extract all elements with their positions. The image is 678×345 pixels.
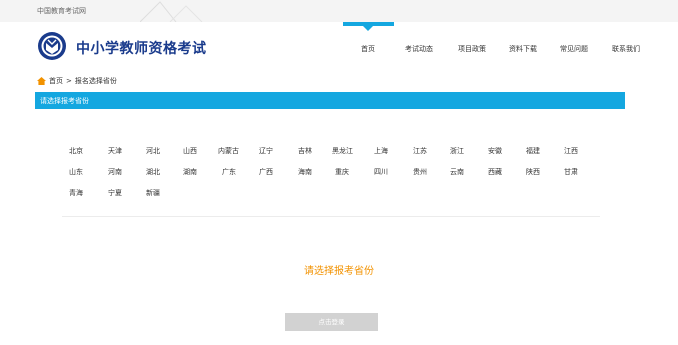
divider: [62, 216, 600, 217]
province-anhui[interactable]: 安徽: [488, 146, 502, 156]
province-xizang[interactable]: 西藏: [488, 167, 502, 177]
header: 中小学教师资格考试 首页 考试动态 项目政策 资料下载 常见问题 联系我们: [0, 22, 678, 70]
logo-icon[interactable]: [37, 31, 67, 61]
section-header: 请选择报考省份: [35, 92, 625, 109]
nav-contact[interactable]: 联系我们: [612, 44, 640, 54]
province-sichuan[interactable]: 四川: [374, 167, 388, 177]
province-zhejiang[interactable]: 浙江: [450, 146, 464, 156]
province-heilongjiang[interactable]: 黑龙江: [332, 146, 353, 156]
province-shandong[interactable]: 山东: [69, 167, 83, 177]
province-xinjiang[interactable]: 新疆: [146, 188, 160, 198]
province-beijing[interactable]: 北京: [69, 146, 83, 156]
province-liaoning[interactable]: 辽宁: [259, 146, 273, 156]
decorative-lines: [140, 1, 203, 22]
nav-active-arrow: [363, 26, 373, 31]
top-strip: 中国教育考试网: [0, 0, 678, 23]
nav-downloads[interactable]: 资料下载: [509, 44, 537, 54]
province-jiangxi[interactable]: 江西: [564, 146, 578, 156]
province-gansu[interactable]: 甘肃: [564, 167, 578, 177]
province-tianjin[interactable]: 天津: [108, 146, 122, 156]
breadcrumb-current: 报名选择省份: [74, 77, 117, 85]
province-hainan[interactable]: 海南: [298, 167, 312, 177]
province-guangxi[interactable]: 广西: [259, 167, 273, 177]
province-shanghai[interactable]: 上海: [374, 146, 388, 156]
breadcrumb-separator: >: [66, 77, 72, 85]
province-chongqing[interactable]: 重庆: [335, 167, 349, 177]
login-button[interactable]: 点击登录: [285, 313, 378, 331]
nav-faq[interactable]: 常见问题: [560, 44, 588, 54]
province-fujian[interactable]: 福建: [526, 146, 540, 156]
select-province-prompt: 请选择报考省份: [304, 266, 374, 277]
province-shanxi[interactable]: 山西: [183, 146, 197, 156]
nav-policies[interactable]: 项目政策: [458, 44, 486, 54]
nav-exam-news[interactable]: 考试动态: [405, 44, 433, 54]
province-qinghai[interactable]: 青海: [69, 188, 83, 198]
province-shaanxi[interactable]: 陕西: [526, 167, 540, 177]
breadcrumb: 首页 > 报名选择省份: [37, 76, 117, 86]
site-name: 中国教育考试网: [37, 7, 86, 15]
site-title[interactable]: 中小学教师资格考试: [76, 38, 207, 58]
province-hunan[interactable]: 湖南: [183, 167, 197, 177]
home-icon[interactable]: [37, 77, 46, 85]
province-jilin[interactable]: 吉林: [298, 146, 312, 156]
section-title: 请选择报考省份: [40, 97, 89, 105]
province-neimenggu[interactable]: 内蒙古: [218, 146, 239, 156]
province-guangdong[interactable]: 广东: [222, 167, 236, 177]
province-ningxia[interactable]: 宁夏: [108, 188, 122, 198]
province-hubei[interactable]: 湖北: [146, 167, 160, 177]
nav-home[interactable]: 首页: [361, 44, 375, 54]
province-henan[interactable]: 河南: [108, 167, 122, 177]
province-guizhou[interactable]: 贵州: [413, 167, 427, 177]
province-hebei[interactable]: 河北: [146, 146, 160, 156]
breadcrumb-home[interactable]: 首页: [49, 76, 63, 86]
province-yunnan[interactable]: 云南: [450, 167, 464, 177]
province-jiangsu[interactable]: 江苏: [413, 146, 427, 156]
